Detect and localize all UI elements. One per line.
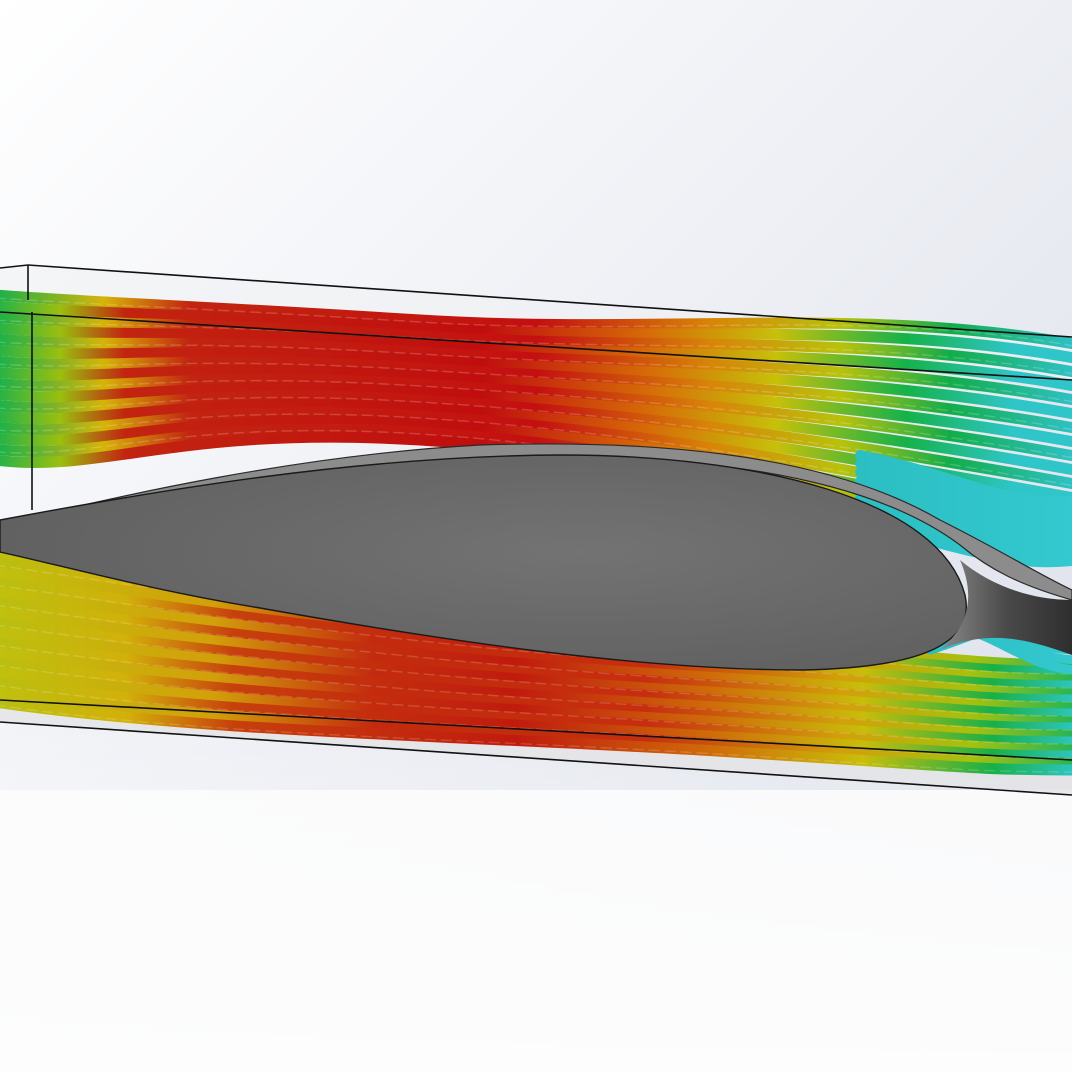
graphics-viewport[interactable] bbox=[0, 0, 1072, 1072]
viewport-lower-area bbox=[0, 790, 1072, 1072]
flow-simulation-scene[interactable] bbox=[0, 0, 1072, 1072]
